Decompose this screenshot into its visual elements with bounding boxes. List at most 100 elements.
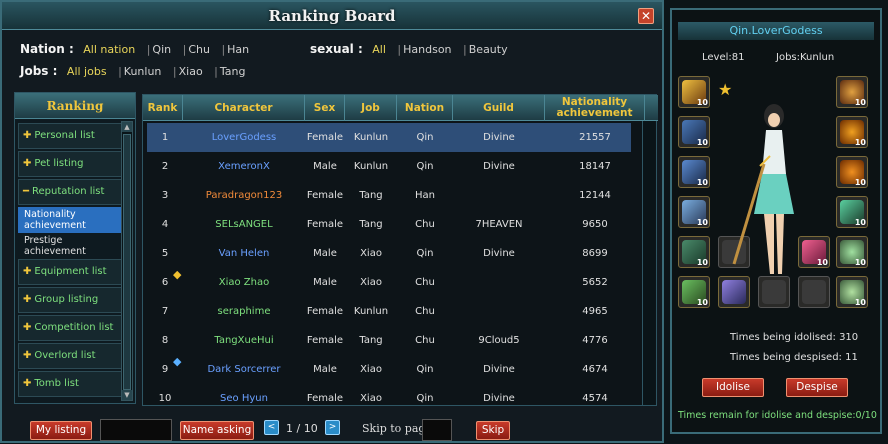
equip-slot-amulet[interactable]: 10 bbox=[836, 196, 868, 228]
nation-option-chu[interactable]: Chu bbox=[188, 43, 210, 56]
cell-guild: Divine bbox=[483, 132, 515, 143]
category-nationality-achievement[interactable]: Nationality achievement bbox=[18, 207, 122, 233]
cell-job: Tang bbox=[359, 190, 383, 201]
cell-character: seraphime bbox=[217, 306, 271, 317]
cell-job: Kunlun bbox=[353, 306, 389, 317]
category-label: Equipment list bbox=[34, 266, 107, 277]
cell-sex: Female bbox=[306, 219, 344, 230]
my-listing-button[interactable]: My listing bbox=[30, 421, 92, 440]
table-row[interactable]: 10 Seo Hyun Female Xiao Qin Divine 4574 bbox=[147, 384, 631, 413]
title-bar: Ranking Board ✕ bbox=[2, 2, 662, 30]
cell-sex: Female bbox=[306, 393, 344, 404]
category-competition-list[interactable]: ✚ Competition list bbox=[18, 315, 122, 341]
nation-option-han[interactable]: Han bbox=[227, 43, 249, 56]
equip-slot-armor[interactable]: 10 bbox=[678, 116, 710, 148]
ranking-window: Ranking Board ✕ Nation : All nation | Qin… bbox=[0, 0, 664, 443]
close-icon[interactable]: ✕ bbox=[638, 8, 654, 24]
plus-icon: ✚ bbox=[23, 322, 32, 333]
equip-slot-boots[interactable]: 10 bbox=[678, 196, 710, 228]
nation-option-all[interactable]: All nation bbox=[83, 43, 135, 56]
jobs-option-tang[interactable]: Tang bbox=[220, 65, 246, 78]
plus-icon: ✚ bbox=[23, 378, 32, 389]
scroll-thumb[interactable] bbox=[123, 134, 131, 390]
cell-nation: Chu bbox=[415, 277, 435, 288]
cell-score: 8699 bbox=[582, 248, 608, 259]
jobs-option-kunlun[interactable]: Kunlun bbox=[124, 65, 162, 78]
name-search-input[interactable] bbox=[100, 419, 172, 441]
category-pet-listing[interactable]: ✚ Pet listing bbox=[18, 151, 122, 177]
category-overlord-list[interactable]: ✚ Overlord list bbox=[18, 343, 122, 369]
table-row[interactable]: 2 XemeronX Male Kunlun Qin Divine 18147 bbox=[147, 152, 631, 181]
cell-rank: 3 bbox=[161, 190, 169, 201]
category-label: Pet listing bbox=[34, 158, 84, 169]
profile-name: Qin.LoverGodess bbox=[678, 22, 874, 40]
skip-page-input[interactable] bbox=[422, 419, 452, 441]
table-row[interactable]: 1 LoverGodess Female Kunlun Qin Divine 21557 bbox=[147, 123, 631, 152]
cell-character: LoverGodess bbox=[211, 132, 277, 143]
category-reputation-list[interactable]: ━ Reputation list bbox=[18, 179, 122, 205]
cell-guild: 7HEAVEN bbox=[475, 219, 523, 230]
cell-rank: 8 bbox=[161, 335, 169, 346]
category-scrollbar[interactable]: ▲ ▼ bbox=[121, 121, 133, 401]
table-row[interactable]: 7 seraphime Female Kunlun Chu 4965 bbox=[147, 297, 631, 326]
header-sex: Sex bbox=[305, 95, 345, 121]
character-model bbox=[732, 104, 794, 274]
plus-icon: ✚ bbox=[23, 158, 32, 169]
cell-character: TangXueHui bbox=[214, 335, 274, 346]
category-group-listing[interactable]: ✚ Group listing bbox=[18, 287, 122, 313]
equip-slot-gem-1[interactable]: 10 bbox=[836, 236, 868, 268]
table-row[interactable]: 4 SELsANGEL Female Tang Chu 7HEAVEN 9650 bbox=[147, 210, 631, 239]
table-row[interactable]: 3 Paradragon123 Female Tang Han 12144 bbox=[147, 181, 631, 210]
jobs-option-all[interactable]: All jobs bbox=[67, 65, 107, 78]
despise-button[interactable]: Despise bbox=[786, 378, 848, 397]
header-rank: Rank bbox=[143, 95, 183, 121]
category-label: Overlord list bbox=[34, 350, 96, 361]
times-idolised: Times being idolised: 310 bbox=[730, 332, 859, 343]
cell-nation: Han bbox=[415, 190, 435, 201]
equip-slot-gem-2[interactable]: 10 bbox=[836, 276, 868, 308]
cell-rank: 2 bbox=[161, 161, 169, 172]
equip-slot-weapon[interactable]: 10 bbox=[678, 76, 710, 108]
cell-character: Dark Sorcerrer bbox=[207, 364, 281, 375]
sexual-option-all[interactable]: All bbox=[372, 43, 386, 56]
equip-slot-helmet[interactable]: 10 bbox=[678, 156, 710, 188]
table-row[interactable]: ◆ 6 Xiao Zhao Male Xiao Chu 5652 bbox=[147, 268, 631, 297]
character-profile-panel: Qin.LoverGodess Level:81 Jobs:Kunlun 10 … bbox=[670, 8, 882, 434]
window-title: Ranking Board bbox=[268, 7, 396, 25]
bottom-bar: My listing Name asking < 1 / 10 > Skip t… bbox=[2, 416, 662, 444]
cell-sex: Female bbox=[306, 190, 344, 201]
equip-slot-necklace[interactable]: 10 bbox=[836, 76, 868, 108]
header-job: Job bbox=[345, 95, 397, 121]
table-row[interactable]: 5 Van Helen Male Xiao Qin Divine 8699 bbox=[147, 239, 631, 268]
next-page-icon[interactable]: > bbox=[325, 420, 340, 435]
cell-job: Tang bbox=[359, 219, 383, 230]
slot-level: 10 bbox=[696, 138, 708, 147]
jobs-option-xiao[interactable]: Xiao bbox=[179, 65, 203, 78]
equip-slot-belt[interactable]: 10 bbox=[678, 276, 710, 308]
table-scrollbar[interactable] bbox=[642, 121, 655, 405]
skip-button[interactable]: Skip bbox=[476, 421, 510, 440]
slot-level: 10 bbox=[854, 298, 866, 307]
category-prestige-achievement[interactable]: Prestige achievement bbox=[18, 233, 122, 259]
header-nation: Nation bbox=[397, 95, 453, 121]
category-equipment-list[interactable]: ✚ Equipment list bbox=[18, 259, 122, 285]
equip-slot-gloves[interactable]: 10 bbox=[678, 236, 710, 268]
category-tomb-list[interactable]: ✚ Tomb list bbox=[18, 371, 122, 397]
name-asking-button[interactable]: Name asking bbox=[180, 421, 254, 440]
profile-level: Level:81 bbox=[702, 52, 745, 63]
equip-slot-ring-2[interactable]: 10 bbox=[836, 156, 868, 188]
cell-score: 18147 bbox=[579, 161, 611, 172]
scroll-down-icon[interactable]: ▼ bbox=[122, 390, 132, 400]
table-row[interactable]: ◆ 9 Dark Sorcerrer Male Xiao Qin Divine 4674 bbox=[147, 355, 631, 384]
sexual-option-handsome[interactable]: Handson bbox=[403, 43, 451, 56]
category-personal-list[interactable]: ✚ Personal list bbox=[18, 123, 122, 149]
idolise-button[interactable]: Idolise bbox=[702, 378, 764, 397]
cell-guild: Divine bbox=[483, 364, 515, 375]
equip-slot-ring-1[interactable]: 10 bbox=[836, 116, 868, 148]
sexual-option-beauty[interactable]: Beauty bbox=[469, 43, 508, 56]
scroll-up-icon[interactable]: ▲ bbox=[122, 122, 132, 132]
prev-page-icon[interactable]: < bbox=[264, 420, 279, 435]
table-row[interactable]: 8 TangXueHui Female Tang Chu 9Cloud5 4776 bbox=[147, 326, 631, 355]
nation-option-qin[interactable]: Qin bbox=[152, 43, 171, 56]
cell-score: 4674 bbox=[582, 364, 608, 375]
